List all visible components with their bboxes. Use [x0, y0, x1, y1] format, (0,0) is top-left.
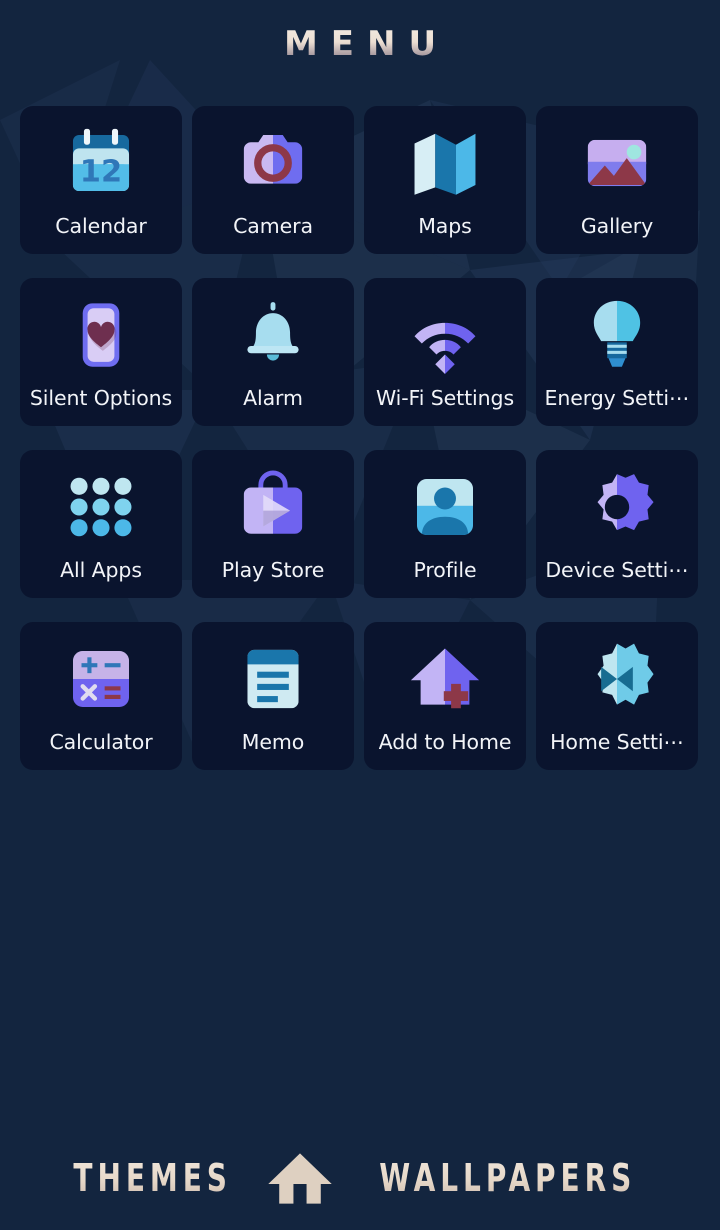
app-tile-wifi-settings[interactable]: Wi-Fi Settings [364, 278, 526, 426]
app-tile-memo[interactable]: Memo [192, 622, 354, 770]
home-settings-gear-icon [578, 640, 656, 718]
wifi-icon [406, 296, 484, 374]
app-tile-add-to-home[interactable]: Add to Home [364, 622, 526, 770]
app-label: Silent Options [29, 386, 173, 410]
app-tile-play-store[interactable]: Play Store [192, 450, 354, 598]
menu-screen: MENU 12 Calendar Camera Maps Gallery Sil… [0, 0, 720, 1230]
app-tile-device-settings[interactable]: Device Setti⋯ [536, 450, 698, 598]
app-tile-maps[interactable]: Maps [364, 106, 526, 254]
app-label: Camera [233, 214, 313, 238]
play-store-icon [234, 468, 312, 546]
page-title: MENU [271, 24, 449, 64]
bottom-bar: THEMES WALLPAPERS [0, 1126, 720, 1230]
app-label: Alarm [243, 386, 303, 410]
app-grid: 12 Calendar Camera Maps Gallery Silent O… [20, 106, 700, 770]
app-label: Gallery [580, 214, 654, 238]
app-label: Maps [418, 214, 472, 238]
calendar-icon: 12 [62, 124, 140, 202]
app-tile-camera[interactable]: Camera [192, 106, 354, 254]
app-tile-calendar[interactable]: 12 Calendar [20, 106, 182, 254]
app-label: Device Setti⋯ [545, 558, 689, 582]
app-label: All Apps [60, 558, 142, 582]
app-tile-home-settings[interactable]: Home Setti⋯ [536, 622, 698, 770]
app-label: Energy Setti⋯ [544, 386, 690, 410]
home-icon [268, 1152, 332, 1204]
app-label: Memo [241, 730, 305, 754]
app-tile-gallery: Gallery [536, 106, 698, 254]
app-tile-energy-settings[interactable]: Energy Setti⋯ [536, 278, 698, 426]
app-label: Wi-Fi Settings [375, 386, 515, 410]
app-label: Calculator [49, 730, 153, 754]
alarm-bell-icon [234, 296, 312, 374]
maps-icon [406, 124, 484, 202]
calendar-day-number: 12 [80, 154, 122, 189]
themes-button[interactable]: THEMES [73, 1156, 232, 1200]
app-tile-all-apps[interactable]: All Apps [20, 450, 182, 598]
all-apps-grid-icon [62, 468, 140, 546]
calculator-icon [62, 640, 140, 718]
wallpapers-button[interactable]: WALLPAPERS [379, 1156, 636, 1200]
profile-avatar-icon [406, 468, 484, 546]
app-label: Play Store [221, 558, 325, 582]
memo-icon [234, 640, 312, 718]
camera-icon [234, 124, 312, 202]
silent-options-icon [62, 296, 140, 374]
home-button[interactable] [263, 1148, 337, 1208]
app-tile-silent-options[interactable]: Silent Options [20, 278, 182, 426]
app-label: Add to Home [378, 730, 512, 754]
add-to-home-house-icon [406, 640, 484, 718]
app-tile-profile[interactable]: Profile [364, 450, 526, 598]
header: MENU [0, 0, 720, 88]
app-tile-alarm[interactable]: Alarm [192, 278, 354, 426]
app-label: Home Setti⋯ [550, 730, 684, 754]
app-label: Profile [413, 558, 477, 582]
gear-icon [578, 468, 656, 546]
lightbulb-icon [578, 296, 656, 374]
app-label: Calendar [55, 214, 147, 238]
gallery-icon [578, 124, 656, 202]
app-tile-calculator[interactable]: Calculator [20, 622, 182, 770]
